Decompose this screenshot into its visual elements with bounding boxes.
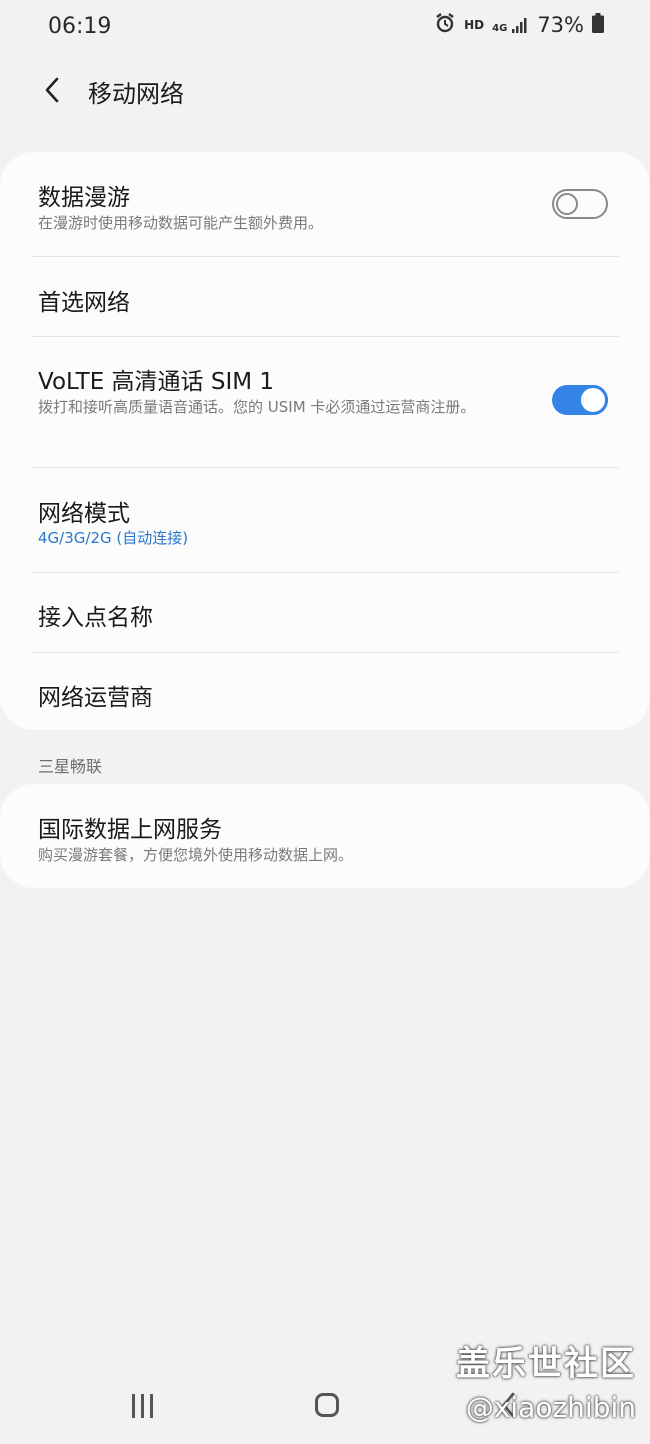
toggle-knob [578,385,608,415]
chevron-left-icon [45,77,59,103]
setting-title: VoLTE 高清通话 SIM 1 [38,369,275,395]
setting-subtitle: 拨打和接听高质量语音通话。您的 USIM 卡必须通过运营商注册。 [38,398,476,416]
status-bar: 06:19 HD 4G 73% [0,0,650,56]
setting-value: 4G/3G/2G (自动连接) [38,529,189,547]
watermark-handle: @xiaozhibin [465,1391,636,1424]
recent-apps-icon [141,1394,144,1418]
status-icons: HD 4G 73% [434,12,604,38]
setting-network-mode[interactable]: 网络模式 4G/3G/2G (自动连接) [0,468,650,572]
watermark: 盖乐世社区 @xiaozhibin [456,1336,636,1424]
recent-apps-icon [150,1394,153,1418]
signal-icon: 4G [492,16,529,34]
mobile-network-settings-card: 数据漫游 在漫游时使用移动数据可能产生额外费用。 首选网络 VoLTE 高清通话… [0,152,650,730]
section-header: 三星畅联 [38,757,103,776]
setting-network-operator[interactable]: 网络运营商 [0,653,650,730]
home-button[interactable] [315,1393,339,1417]
watermark-title: 盖乐世社区 [456,1344,636,1384]
app-bar: 移动网络 [0,60,650,120]
recent-apps-button[interactable] [132,1394,153,1418]
back-button[interactable] [32,70,72,110]
setting-subtitle: 在漫游时使用移动数据可能产生额外费用。 [38,214,324,232]
setting-apn[interactable]: 接入点名称 [0,573,650,653]
setting-title: 接入点名称 [38,605,153,631]
setting-title: 数据漫游 [38,185,130,211]
status-time: 06:19 [48,14,112,39]
toggle-knob [556,193,578,215]
hd-icon: HD [464,18,485,32]
setting-international-data[interactable]: 国际数据上网服务 购买漫游套餐，方便您境外使用移动数据上网。 [0,784,650,888]
samsung-connect-card: 国际数据上网服务 购买漫游套餐，方便您境外使用移动数据上网。 [0,784,650,888]
network-type-label: 4G [492,23,508,34]
setting-title: 国际数据上网服务 [38,817,222,843]
setting-preferred-network[interactable]: 首选网络 [0,257,650,337]
data-roaming-toggle[interactable] [552,189,608,219]
setting-title: 首选网络 [38,290,130,316]
setting-title: 网络模式 [38,501,130,527]
page-title: 移动网络 [88,80,184,108]
alarm-icon [434,12,456,38]
battery-percentage: 73% [537,13,584,37]
setting-data-roaming[interactable]: 数据漫游 在漫游时使用移动数据可能产生额外费用。 [0,152,650,256]
setting-volte[interactable]: VoLTE 高清通话 SIM 1 拨打和接听高质量语音通话。您的 USIM 卡必… [0,337,650,467]
setting-title: 网络运营商 [38,685,153,711]
recent-apps-icon [132,1394,135,1418]
volte-toggle[interactable] [552,385,608,415]
setting-subtitle: 购买漫游套餐，方便您境外使用移动数据上网。 [38,846,354,864]
battery-icon [592,13,604,37]
